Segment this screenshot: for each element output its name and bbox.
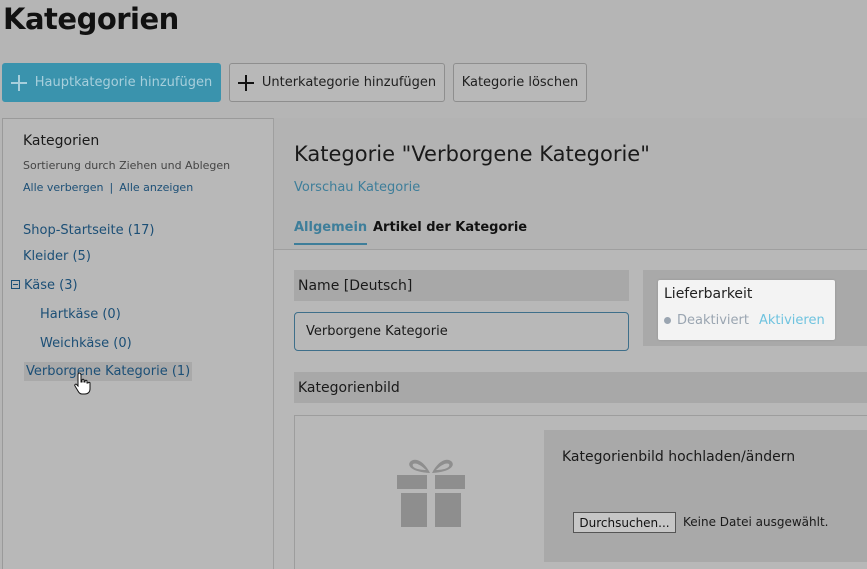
- delete-category-button[interactable]: Kategorie löschen: [453, 63, 587, 102]
- add-subcategory-button[interactable]: Unterkategorie hinzufügen: [229, 63, 445, 102]
- sidebar-hint: Sortierung durch Ziehen und Ablegen: [23, 159, 231, 172]
- sidebar-links: Alle verbergen | Alle anzeigen: [23, 181, 193, 194]
- tree-item-kleider[interactable]: Kleider (5): [23, 249, 91, 264]
- expander-minus-icon[interactable]: [11, 280, 20, 289]
- browse-button[interactable]: Durchsuchen...: [573, 512, 676, 533]
- availability-title: Lieferbarkeit: [664, 286, 753, 302]
- availability-card: Lieferbarkeit Deaktiviert Aktivieren: [658, 280, 835, 340]
- category-title: Kategorie "Verborgene Kategorie": [294, 142, 650, 166]
- no-file-text: Keine Datei ausgewählt.: [683, 515, 829, 529]
- add-main-category-button[interactable]: Hauptkategorie hinzufügen: [2, 63, 221, 102]
- upload-panel: Kategorienbild hochladen/ändern Durchsuc…: [544, 430, 867, 562]
- category-sidebar: Kategorien Sortierung durch Ziehen und A…: [2, 118, 274, 569]
- tree-item-shop-startseite[interactable]: Shop-Startseite (17): [23, 223, 154, 238]
- tree-item-weichkaese[interactable]: Weichkäse (0): [40, 336, 132, 351]
- category-form: Name [Deutsch] Lieferbarkeit Deaktiviert…: [274, 250, 867, 569]
- upload-label: Kategorienbild hochladen/ändern: [562, 449, 796, 465]
- activate-link[interactable]: Aktivieren: [759, 313, 825, 328]
- preview-category-link[interactable]: Vorschau Kategorie: [294, 180, 420, 195]
- tree-item-verborgene-kategorie[interactable]: Verborgene Kategorie (1): [24, 362, 193, 381]
- plus-icon: [10, 74, 27, 91]
- add-main-category-label: Hauptkategorie hinzufügen: [34, 75, 213, 90]
- status-dot-icon: [664, 317, 671, 324]
- delete-category-label: Kategorie löschen: [461, 75, 579, 90]
- tree-item-kaese[interactable]: Käse (3): [11, 278, 78, 293]
- tree-item-hartkaese[interactable]: Hartkäse (0): [40, 307, 121, 322]
- gift-icon: [397, 459, 465, 527]
- image-area: Kategorienbild hochladen/ändern Durchsuc…: [294, 415, 867, 569]
- show-all-link[interactable]: Alle anzeigen: [119, 181, 193, 194]
- plus-icon: [237, 74, 254, 91]
- category-name-input[interactable]: [294, 312, 629, 351]
- name-section-header: Name [Deutsch]: [294, 270, 629, 301]
- hide-all-link[interactable]: Alle verbergen: [23, 181, 104, 194]
- availability-status: Deaktiviert: [677, 313, 749, 328]
- tab-artikel-der-kategorie[interactable]: Artikel der Kategorie: [373, 220, 527, 235]
- page-title: Kategorien: [3, 2, 179, 36]
- hand-cursor-icon: [74, 372, 91, 395]
- availability-row: Deaktiviert Aktivieren: [664, 313, 825, 328]
- add-subcategory-label: Unterkategorie hinzufügen: [261, 75, 437, 90]
- tree-item-kaese-label: Käse (3): [24, 278, 78, 293]
- category-header: Kategorie "Verborgene Kategorie" Vorscha…: [274, 118, 867, 250]
- link-separator: |: [109, 181, 114, 194]
- tab-allgemein[interactable]: Allgemein: [294, 220, 368, 245]
- sidebar-title: Kategorien: [23, 133, 100, 149]
- image-section-header: Kategorienbild: [294, 372, 867, 403]
